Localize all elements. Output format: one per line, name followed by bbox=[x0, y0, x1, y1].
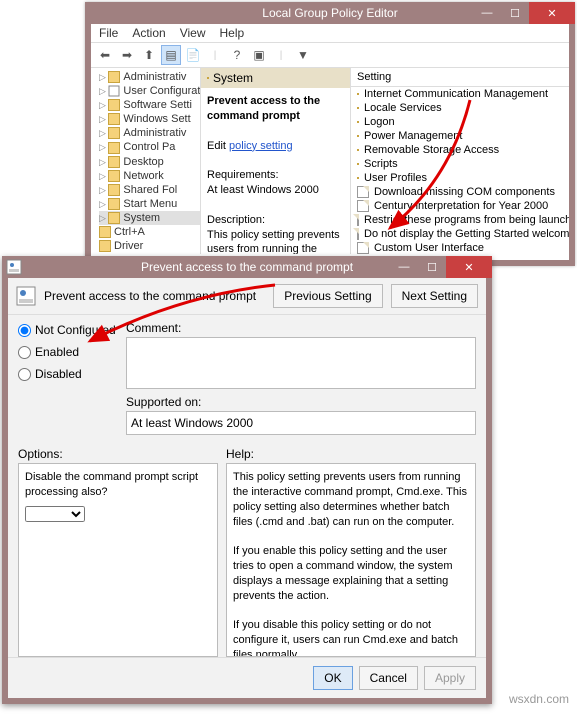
dlg-minimize-button[interactable]: — bbox=[390, 256, 418, 278]
cancel-button[interactable]: Cancel bbox=[359, 666, 418, 690]
forward-icon[interactable]: ➡ bbox=[117, 45, 137, 65]
properties-icon[interactable]: ▣ bbox=[249, 45, 269, 65]
tree-node[interactable]: ▷ Administrativ bbox=[99, 70, 200, 84]
folder-icon bbox=[357, 93, 359, 95]
dlg-close-button[interactable]: ✕ bbox=[446, 256, 492, 278]
policy-icon bbox=[357, 214, 359, 226]
tree-node[interactable]: ▷ Start Menu bbox=[99, 197, 200, 211]
gpe-detail-pane: System Prevent access to the command pro… bbox=[201, 68, 351, 254]
setting-row[interactable]: Internet Communication Management bbox=[351, 87, 569, 101]
ok-button[interactable]: OK bbox=[313, 666, 352, 690]
close-button[interactable]: ✕ bbox=[529, 2, 575, 24]
settings-header[interactable]: Setting bbox=[351, 68, 569, 87]
previous-setting-button[interactable]: Previous Setting bbox=[273, 284, 382, 308]
folder-icon bbox=[207, 77, 209, 79]
help-icon[interactable]: ? bbox=[227, 45, 247, 65]
show-hide-tree-icon[interactable]: ▤ bbox=[161, 45, 181, 65]
menu-file[interactable]: File bbox=[99, 26, 118, 40]
dlg-titlebar[interactable]: Prevent access to the command prompt — ☐… bbox=[2, 256, 492, 278]
radio-disabled[interactable]: Disabled bbox=[18, 367, 118, 381]
policy-icon bbox=[357, 228, 359, 240]
watermark: wsxdn.com bbox=[509, 692, 569, 706]
next-setting-button[interactable]: Next Setting bbox=[391, 284, 478, 308]
dlg-maximize-button[interactable]: ☐ bbox=[418, 256, 446, 278]
folder-icon bbox=[357, 163, 359, 165]
tree-node[interactable]: Driver bbox=[99, 239, 200, 253]
option-dropdown[interactable] bbox=[25, 506, 85, 522]
tree-node[interactable]: Folder bbox=[99, 253, 200, 254]
annotation-arrow-2 bbox=[120, 285, 280, 360]
tree-node[interactable]: ▷ Administrativ bbox=[99, 126, 200, 140]
filter-icon[interactable]: ▼ bbox=[293, 45, 313, 65]
policy-icon bbox=[357, 186, 369, 198]
folder-icon bbox=[357, 135, 359, 137]
folder-icon bbox=[357, 121, 359, 123]
dlg-title-text: Prevent access to the command prompt bbox=[141, 260, 353, 274]
gpe-titlebar[interactable]: Local Group Policy Editor — ☐ ✕ bbox=[85, 2, 575, 24]
folder-icon bbox=[357, 177, 359, 179]
menu-action[interactable]: Action bbox=[132, 26, 165, 40]
tree-node[interactable]: ▷ Shared Fol bbox=[99, 183, 200, 197]
options-label: Options: bbox=[18, 445, 218, 463]
gpe-toolbar: ⬅ ➡ ⬆ ▤ 📄 | ? ▣ | ▼ bbox=[91, 43, 569, 68]
tree-node[interactable]: ▷ Network bbox=[99, 169, 200, 183]
export-icon[interactable]: 📄 bbox=[183, 45, 203, 65]
tree-node[interactable]: ▷ Control Pa bbox=[99, 140, 200, 154]
detail-header: System bbox=[213, 71, 253, 85]
up-icon[interactable]: ⬆ bbox=[139, 45, 159, 65]
edit-policy-link[interactable]: policy setting bbox=[229, 140, 293, 152]
radio-enabled[interactable]: Enabled bbox=[18, 345, 118, 359]
gpe-tree[interactable]: ▷ Administrativ▷ User Configuratio▷ Soft… bbox=[91, 68, 201, 254]
annotation-arrow-1 bbox=[380, 100, 500, 245]
help-panel: This policy setting prevents users from … bbox=[226, 463, 476, 657]
policy-icon bbox=[16, 286, 36, 306]
tree-node[interactable]: Ctrl+A bbox=[99, 225, 200, 239]
back-icon[interactable]: ⬅ bbox=[95, 45, 115, 65]
options-panel: Disable the command prompt script proces… bbox=[18, 463, 218, 657]
gpe-menubar: File Action View Help bbox=[91, 24, 569, 43]
policy-name: Prevent access to the command prompt bbox=[207, 95, 320, 122]
apply-button[interactable]: Apply bbox=[424, 666, 476, 690]
local-group-policy-editor-window: Local Group Policy Editor — ☐ ✕ File Act… bbox=[85, 2, 575, 266]
policy-icon bbox=[357, 200, 369, 212]
menu-help[interactable]: Help bbox=[220, 26, 245, 40]
minimize-button[interactable]: — bbox=[473, 2, 501, 24]
supported-label: Supported on: bbox=[126, 395, 476, 409]
policy-icon bbox=[6, 259, 22, 275]
folder-icon bbox=[357, 107, 359, 109]
policy-icon bbox=[357, 242, 369, 254]
state-radio-group: Not Configured Enabled Disabled bbox=[18, 321, 118, 381]
tree-node[interactable]: ▷ Windows Sett bbox=[99, 112, 200, 126]
help-label: Help: bbox=[226, 445, 476, 463]
tree-node[interactable]: ▷ System bbox=[99, 211, 200, 225]
tree-node[interactable]: ▷ User Configuratio bbox=[99, 84, 200, 98]
tree-node[interactable]: ▷ Desktop bbox=[99, 155, 200, 169]
gpe-title-text: Local Group Policy Editor bbox=[262, 6, 397, 20]
supported-text: At least Windows 2000 bbox=[126, 411, 476, 435]
folder-icon bbox=[357, 149, 359, 151]
maximize-button[interactable]: ☐ bbox=[501, 2, 529, 24]
menu-view[interactable]: View bbox=[180, 26, 206, 40]
tree-node[interactable]: ▷ Software Setti bbox=[99, 98, 200, 112]
